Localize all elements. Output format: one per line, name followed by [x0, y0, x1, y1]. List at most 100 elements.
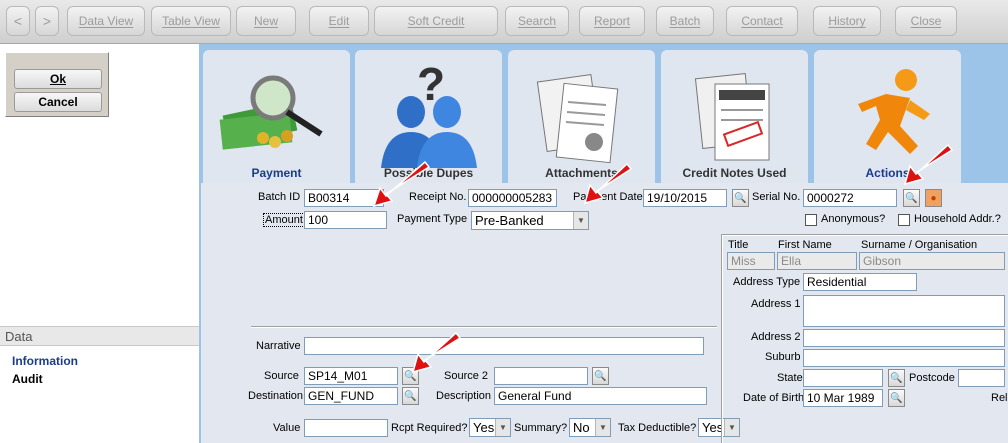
description-field[interactable]: General Fund — [494, 387, 707, 405]
title-label: Title — [728, 239, 749, 251]
receipt-no-label: Receipt No. — [409, 191, 467, 203]
address-type-label: Address Type — [733, 276, 801, 288]
destination-label: Destination — [248, 390, 304, 402]
value-label: Value — [273, 422, 301, 434]
tab-actions[interactable]: Actions — [814, 50, 961, 184]
search-doc-icon: 🔍 — [905, 192, 918, 204]
source2-lookup-button[interactable]: 🔍 — [592, 367, 609, 385]
tab-possible-dupes[interactable]: ? Possible Dupes — [355, 50, 502, 184]
batch-button[interactable]: Batch — [656, 6, 714, 36]
payment-type-select[interactable]: Pre-Banked ▼ — [471, 211, 589, 230]
new-button[interactable]: New — [236, 6, 296, 36]
contact-button[interactable]: Contact — [726, 6, 798, 36]
household-label: Household Addr.? — [914, 213, 1001, 225]
table-view-button[interactable]: Table View — [151, 6, 231, 36]
summary-select[interactable]: No ▼ — [569, 418, 611, 437]
narrative-field[interactable] — [304, 337, 704, 355]
first-name-label: First Name — [778, 239, 832, 251]
surname-field: Gibson — [859, 252, 1005, 270]
dob-field[interactable]: 10 Mar 1989 — [803, 389, 883, 407]
contact-panel: Title First Name Surname / Organisation … — [721, 234, 1008, 443]
tax-deductible-label: Tax Deductible? — [618, 422, 697, 434]
sidebar-item-information[interactable]: Information — [12, 354, 78, 368]
source-field[interactable]: SP14_M01 — [304, 367, 398, 385]
suburb-label: Suburb — [765, 351, 801, 363]
serial-no-label: Serial No. — [752, 191, 801, 203]
edit-button[interactable]: Edit — [309, 6, 369, 36]
serial-no-field[interactable]: 0000272 — [803, 189, 897, 207]
tab-attachments[interactable]: Attachments — [508, 50, 655, 184]
search-doc-icon: 🔍 — [890, 392, 903, 404]
address1-field[interactable] — [803, 295, 1005, 327]
payment-type-label: Payment Type — [397, 213, 468, 225]
cancel-button[interactable]: Cancel — [14, 92, 102, 112]
batch-id-label: Batch ID — [258, 191, 301, 203]
search-button[interactable]: Search — [505, 6, 569, 36]
back-icon: < — [13, 13, 23, 29]
destination-field[interactable]: GEN_FUND — [304, 387, 398, 405]
sidebar-item-audit[interactable]: Audit — [12, 372, 43, 386]
surname-label: Surname / Organisation — [861, 239, 978, 251]
history-button[interactable]: History — [813, 6, 881, 36]
address2-field[interactable] — [803, 329, 1005, 347]
rel-label: Rel — [991, 392, 1008, 404]
chevron-down-icon: ▼ — [495, 419, 510, 436]
narrative-label: Narrative — [256, 340, 301, 352]
close-button[interactable]: Close — [895, 6, 957, 36]
search-doc-icon: 🔍 — [404, 390, 417, 402]
search-doc-icon: 🔍 — [734, 192, 747, 204]
ok-button[interactable]: Ok — [14, 69, 102, 89]
state-lookup-button[interactable]: 🔍 — [888, 369, 905, 387]
batch-id-field[interactable]: B00314 — [304, 189, 384, 207]
anonymous-checkbox[interactable] — [805, 214, 817, 226]
people-question-icon: ? — [381, 58, 477, 168]
search-doc-icon: 🔍 — [890, 372, 903, 384]
payment-date-field[interactable]: 19/10/2015 — [643, 189, 727, 207]
source2-field[interactable] — [494, 367, 588, 385]
postcode-field[interactable] — [958, 369, 1005, 387]
attachment-icon — [536, 74, 619, 164]
chevron-down-icon: ▼ — [573, 212, 588, 229]
serial-lookup-button[interactable]: 🔍 — [903, 189, 920, 207]
payment-form: Batch ID B00314 Receipt No. 000000005283… — [201, 183, 1008, 443]
report-button[interactable]: Report — [579, 6, 645, 36]
state-field[interactable] — [803, 369, 883, 387]
tab-payment-label: Payment — [251, 166, 302, 180]
rcpt-required-label: Rcpt Required? — [391, 422, 468, 434]
divider — [251, 326, 717, 328]
date-picker-button[interactable]: 🔍 — [732, 189, 749, 207]
tab-actions-label: Actions — [865, 166, 910, 180]
toolbar: < > Data View Table View New Edit Soft C… — [0, 0, 1008, 44]
forward-icon: > — [42, 13, 52, 29]
address-type-field[interactable]: Residential — [803, 273, 917, 291]
left-panel: Ok Cancel Data Information Audit — [0, 44, 199, 443]
search-doc-icon: 🔍 — [594, 370, 607, 382]
receipt-no-field[interactable]: 000000005283 — [468, 189, 557, 207]
description-label: Description — [436, 390, 492, 402]
source-lookup-button[interactable]: 🔍 — [402, 367, 419, 385]
summary-label: Summary? — [514, 422, 568, 434]
data-section-header: Data — [0, 326, 199, 346]
dob-picker-button[interactable]: 🔍 — [888, 389, 905, 407]
tab-attachments-label: Attachments — [545, 166, 618, 180]
data-view-button[interactable]: Data View — [67, 6, 145, 36]
invoice-icon — [694, 73, 770, 161]
soft-credit-button[interactable]: Soft Credit — [374, 6, 498, 36]
household-checkbox[interactable] — [898, 214, 910, 226]
tab-payment[interactable]: Payment — [203, 50, 350, 184]
destination-lookup-button[interactable]: 🔍 — [402, 387, 419, 405]
amount-field[interactable]: 100 — [304, 211, 387, 229]
source-label: Source — [264, 370, 299, 382]
dialog-buttons: Ok Cancel — [5, 52, 109, 117]
serial-action-button[interactable]: ● — [925, 189, 942, 207]
suburb-field[interactable] — [803, 349, 1005, 367]
payment-date-label: Payment Date — [573, 191, 643, 203]
search-doc-icon: 🔍 — [404, 370, 417, 382]
forward-button[interactable]: > — [35, 6, 59, 36]
value-field[interactable] — [304, 419, 388, 437]
back-button[interactable]: < — [6, 6, 30, 36]
running-man-icon — [858, 69, 930, 154]
rcpt-required-select[interactable]: Yes ▼ — [469, 418, 511, 437]
state-label: State — [777, 372, 803, 384]
tab-credit-notes-used[interactable]: Credit Notes Used — [661, 50, 808, 184]
